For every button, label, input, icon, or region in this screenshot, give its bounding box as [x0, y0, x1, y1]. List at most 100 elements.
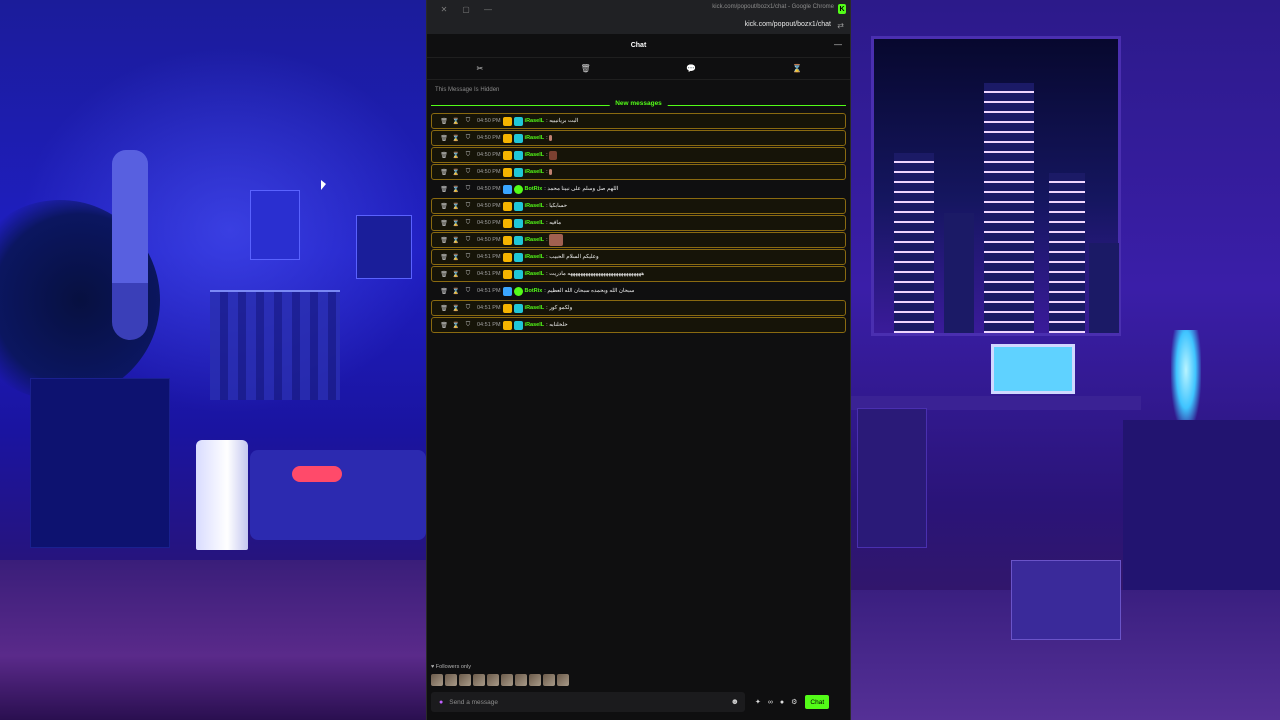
shield-icon[interactable]: ⛉ [462, 169, 474, 176]
hourglass-icon[interactable]: ⌛ [450, 254, 462, 261]
message-username[interactable]: BotRix [525, 288, 543, 294]
restore-window-button[interactable]: ▢ [455, 5, 477, 14]
message-username[interactable]: iRaseIL [525, 237, 545, 243]
chat-message-row[interactable]: 🗑 ⌛ ⛉ 04:50 PM iRaseIL : [431, 164, 846, 180]
emote-button[interactable] [473, 674, 485, 686]
message-username[interactable]: BotRix [525, 186, 543, 192]
chat-bubble-icon[interactable]: 💬 [639, 64, 745, 73]
message-username[interactable]: iRaseIL [525, 322, 545, 328]
address-bar[interactable]: kick.com/popout/bozx1/chat ⇄ [427, 18, 850, 34]
chat-message-row[interactable]: 🗑 ⌛ ⛉ 04:51 PM iRaseIL : ههههههههههههههه… [431, 266, 846, 282]
shield-icon[interactable]: ⛉ [462, 220, 474, 227]
trash-icon[interactable]: 🗑 [438, 271, 450, 278]
page-info-icon[interactable]: ⇄ [837, 21, 844, 30]
message-username[interactable]: iRaseIL [525, 135, 545, 141]
message-timestamp: 04:50 PM [477, 135, 501, 141]
chat-message-row[interactable]: 🗑 ⌛ ⛉ 04:50 PM iRaseIL : [431, 232, 846, 248]
emote-button[interactable] [487, 674, 499, 686]
hourglass-icon[interactable]: ⌛ [450, 152, 462, 159]
microphone-icon[interactable]: ● [439, 699, 443, 706]
shield-icon[interactable]: ⛉ [462, 305, 474, 312]
collapse-chat-button[interactable]: — [834, 40, 842, 49]
kick-extension-icon[interactable]: K [838, 4, 846, 14]
hourglass-icon[interactable]: ⌛ [450, 169, 462, 176]
message-username[interactable]: iRaseIL [525, 254, 545, 260]
trash-icon[interactable]: 🗑 [438, 152, 450, 159]
emote-button[interactable] [515, 674, 527, 686]
shield-icon[interactable]: ⛉ [462, 203, 474, 210]
emote-button[interactable] [431, 674, 443, 686]
hourglass-icon[interactable]: ⌛ [450, 203, 462, 210]
shield-icon[interactable]: ⛉ [462, 152, 474, 159]
gear-icon[interactable]: ⚙ [791, 698, 797, 706]
trash-icon[interactable]: 🗑 [438, 169, 450, 176]
chat-message-row[interactable]: 🗑 ⌛ ⛉ 04:50 PM iRaseIL : [431, 147, 846, 163]
hourglass-icon[interactable]: ⌛ [450, 271, 462, 278]
trash-icon[interactable]: 🗑 [438, 288, 450, 295]
emote-button[interactable] [445, 674, 457, 686]
shield-icon[interactable]: ⛉ [462, 322, 474, 329]
chat-message-input[interactable]: ● Send a message ☻ [431, 692, 745, 712]
trash-icon[interactable]: 🗑 [438, 220, 450, 227]
chat-message-row[interactable]: 🗑 ⌛ ⛉ 04:51 PM BotRix : سبحان الله وبحمد… [431, 283, 846, 299]
close-window-button[interactable]: ✕ [433, 5, 455, 14]
hourglass-icon[interactable]: ⌛ [450, 118, 462, 125]
shield-icon[interactable]: ⛉ [462, 186, 474, 193]
shield-icon[interactable]: ⛉ [462, 237, 474, 244]
hourglass-icon[interactable]: ⌛ [450, 135, 462, 142]
chat-message-row[interactable]: 🗑 ⌛ ⛉ 04:50 PM BotRix : اللهم صل وسلم عل… [431, 181, 846, 197]
chat-message-row[interactable]: 🗑 ⌛ ⛉ 04:50 PM iRaseIL : البت بريانيبيه [431, 113, 846, 129]
trash-icon[interactable]: 🗑 [438, 254, 450, 261]
url-text[interactable]: kick.com/popout/bozx1/chat [745, 21, 831, 28]
trash-icon[interactable]: 🗑 [438, 305, 450, 312]
message-text: البت بريانيبيه [549, 118, 579, 124]
trash-icon[interactable]: 🗑 [438, 203, 450, 210]
message-username[interactable]: iRaseIL [525, 305, 545, 311]
message-username[interactable]: iRaseIL [525, 271, 545, 277]
chat-message-row[interactable]: 🗑 ⌛ ⛉ 04:50 PM iRaseIL : مافيه [431, 215, 846, 231]
hourglass-icon[interactable]: ⌛ [450, 220, 462, 227]
emote-button[interactable] [543, 674, 555, 686]
shield-icon[interactable]: ⛉ [462, 271, 474, 278]
chat-message-row[interactable]: 🗑 ⌛ ⛉ 04:51 PM iRaseIL : وعليكم السلام ا… [431, 249, 846, 265]
chat-input-placeholder[interactable]: Send a message [449, 699, 498, 706]
hourglass-icon[interactable]: ⌛ [450, 186, 462, 193]
hourglass-icon[interactable]: ⌛ [450, 305, 462, 312]
emote-button[interactable] [557, 674, 569, 686]
trash-icon[interactable]: 🗑 [438, 135, 450, 142]
trash-icon[interactable]: 🗑 [438, 322, 450, 329]
message-username[interactable]: iRaseIL [525, 152, 545, 158]
hourglass-icon[interactable]: ⌛ [744, 64, 850, 73]
chat-message-row[interactable]: 🗑 ⌛ ⛉ 04:51 PM iRaseIL : خلخلنابه [431, 317, 846, 333]
emote-button[interactable] [501, 674, 513, 686]
drawers-illustration [857, 408, 927, 548]
emote-button[interactable] [529, 674, 541, 686]
chat-message-row[interactable]: 🗑 ⌛ ⛉ 04:50 PM iRaseIL : حسابكيا [431, 198, 846, 214]
desktop-wallpaper-left [0, 0, 426, 720]
hourglass-icon[interactable]: ⌛ [450, 288, 462, 295]
message-username[interactable]: iRaseIL [525, 203, 545, 209]
fingerprint-icon[interactable]: ✦ [755, 698, 761, 706]
emote-button[interactable] [459, 674, 471, 686]
trash-icon[interactable]: 🗑 [533, 64, 639, 73]
trash-icon[interactable]: 🗑 [438, 186, 450, 193]
message-username[interactable]: iRaseIL [525, 220, 545, 226]
emoji-picker-icon[interactable]: ☻ [731, 697, 739, 706]
pin-icon[interactable]: ✂ [427, 64, 533, 73]
chat-bubble-icon[interactable]: ● [780, 699, 784, 706]
message-username[interactable]: iRaseIL [525, 169, 545, 175]
shield-icon[interactable]: ⛉ [462, 288, 474, 295]
hourglass-icon[interactable]: ⌛ [450, 237, 462, 244]
message-username[interactable]: iRaseIL [525, 118, 545, 124]
hourglass-icon[interactable]: ⌛ [450, 322, 462, 329]
shield-icon[interactable]: ⛉ [462, 135, 474, 142]
shield-icon[interactable]: ⛉ [462, 254, 474, 261]
chat-message-row[interactable]: 🗑 ⌛ ⛉ 04:51 PM iRaseIL : ولكمو كور [431, 300, 846, 316]
shield-icon[interactable]: ⛉ [462, 118, 474, 125]
trash-icon[interactable]: 🗑 [438, 118, 450, 125]
send-chat-button[interactable]: Chat [805, 695, 830, 709]
infinity-icon[interactable]: ∞ [768, 699, 773, 706]
trash-icon[interactable]: 🗑 [438, 237, 450, 244]
chat-message-row[interactable]: 🗑 ⌛ ⛉ 04:50 PM iRaseIL : [431, 130, 846, 146]
minimize-window-button[interactable]: — [477, 5, 499, 14]
